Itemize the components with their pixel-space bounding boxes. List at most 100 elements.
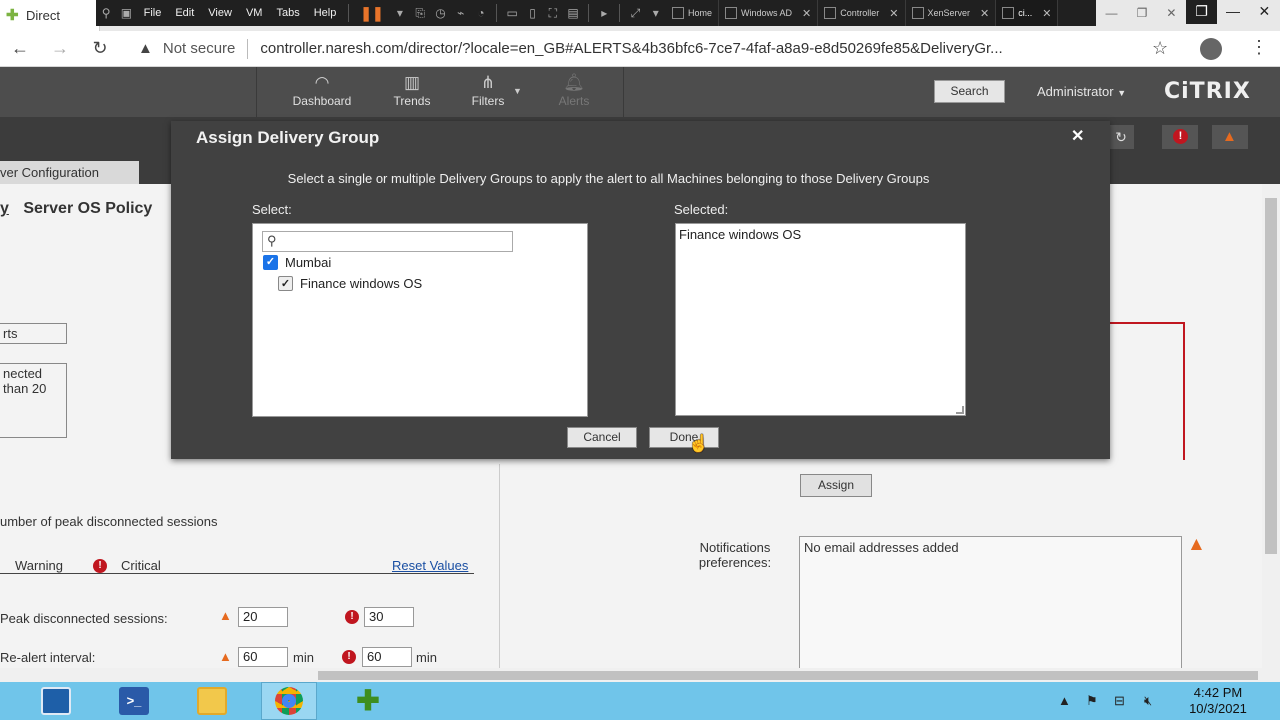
vm-tab-home[interactable]: Home xyxy=(666,0,720,26)
dropdown-arrow-icon[interactable]: ▾ xyxy=(393,5,407,21)
not-secure-label: Not secure xyxy=(162,40,236,57)
vm-menu-help[interactable]: Help xyxy=(307,7,344,19)
close-icon[interactable]: ✕ xyxy=(1249,0,1280,24)
reset-values-link[interactable]: Reset Values xyxy=(392,558,468,573)
tray-expand-icon[interactable]: ▲ xyxy=(1058,693,1071,708)
pin-icon[interactable]: ⚲ xyxy=(99,5,113,21)
breadcrumb-link[interactable]: y xyxy=(0,200,9,217)
browser-tab-director[interactable]: ✚ Direct xyxy=(0,0,100,31)
scrollbar-thumb[interactable] xyxy=(318,671,1258,680)
vm-menu-tabs[interactable]: Tabs xyxy=(269,7,306,19)
console-icon[interactable]: ▸ xyxy=(597,5,611,21)
vertical-scrollbar[interactable] xyxy=(1262,184,1280,668)
assign-button[interactable]: Assign xyxy=(800,474,872,497)
tree-search-input[interactable]: ⚲ xyxy=(262,231,513,252)
critical-alerts-button[interactable]: ! xyxy=(1162,125,1198,149)
view-normal-icon[interactable]: ▭ xyxy=(505,5,519,21)
dropdown-arrow-icon[interactable]: ▾ xyxy=(649,5,663,21)
peak-critical-input[interactable]: 30 xyxy=(364,607,414,627)
profile-avatar-icon[interactable] xyxy=(1200,38,1222,60)
notifications-value: No email addresses added xyxy=(804,540,959,555)
tree-node-finance-windows-os[interactable]: ✓ Finance windows OS xyxy=(278,276,422,291)
nav-dashboard[interactable]: ◠ Dashboard xyxy=(282,72,362,108)
nav-trends[interactable]: ▥ Trends xyxy=(372,72,452,108)
minimize-icon[interactable]: — xyxy=(1106,6,1118,20)
file-explorer-button[interactable] xyxy=(184,682,240,720)
kebab-menu-icon[interactable]: ⋮ xyxy=(1250,37,1268,58)
forward-arrow-icon[interactable]: → xyxy=(40,38,80,59)
divider xyxy=(247,38,249,59)
view-split-icon[interactable]: ▯ xyxy=(525,5,539,21)
close-icon[interactable]: ✕ xyxy=(889,7,898,20)
close-icon[interactable]: ✕ xyxy=(980,7,989,20)
nav-filters[interactable]: ⋔ Filters ▼ xyxy=(448,72,528,108)
restore-icon[interactable]: ❐ xyxy=(1137,6,1148,20)
stretch-icon[interactable]: ⤢ xyxy=(628,5,642,21)
pause-icon[interactable]: ❚❚ xyxy=(354,5,389,22)
condition-box[interactable]: nected than 20 xyxy=(0,363,67,438)
browser-window-controls: ❐ — ✕ xyxy=(1186,0,1280,24)
revert-snapshot-icon[interactable]: ⌁ xyxy=(454,5,468,21)
resize-grip-icon[interactable] xyxy=(956,406,964,414)
search-button[interactable]: Search xyxy=(934,80,1005,103)
vm-menu-view[interactable]: View xyxy=(201,7,239,19)
admin-menu[interactable]: Administrator ▼ xyxy=(1037,84,1126,99)
restore-icon[interactable]: ❐ xyxy=(1186,0,1218,24)
chrome-button[interactable] xyxy=(261,682,317,720)
minimize-icon[interactable]: — xyxy=(1217,0,1248,24)
highlight-border xyxy=(1183,322,1185,460)
nav-alerts[interactable]: 🔔︎ Alerts xyxy=(534,72,614,108)
server-manager-button[interactable] xyxy=(28,682,84,720)
citrix-studio-button[interactable]: ✚ xyxy=(340,682,396,720)
warning-alerts-button[interactable]: ▲ xyxy=(1212,125,1248,149)
close-icon[interactable]: ✕ xyxy=(1042,7,1051,20)
security-indicator[interactable]: ▲ Not secure xyxy=(138,40,235,57)
vm-menu-file[interactable]: File xyxy=(137,7,169,19)
network-icon[interactable]: ⎘ xyxy=(413,5,427,21)
url-field[interactable]: controller.naresh.com/director/?locale=e… xyxy=(260,40,1120,57)
vm-tab-controller[interactable]: Controller ✕ xyxy=(818,0,906,26)
threshold-legend: Warning ! Critical Reset Values xyxy=(0,558,474,574)
folder-icon xyxy=(197,687,227,715)
selected-groups-box[interactable]: Finance windows OS xyxy=(675,223,966,416)
powershell-button[interactable]: >_ xyxy=(106,682,162,720)
vm-tab-xenserver[interactable]: XenServer ✕ xyxy=(906,0,997,26)
browser-tab-title: Direct xyxy=(26,8,60,23)
close-icon[interactable]: ✕ xyxy=(802,7,811,20)
reload-icon[interactable]: ↻ xyxy=(80,38,120,59)
network-icon[interactable]: ⊟ xyxy=(1114,693,1125,709)
snapshot-manager-icon[interactable]: ◔ xyxy=(474,5,488,21)
vm-menu-vm[interactable]: VM xyxy=(239,7,270,19)
notifications-box[interactable]: No email addresses added xyxy=(799,536,1182,671)
tree-node-label: Finance windows OS xyxy=(300,276,423,291)
cancel-button[interactable]: Cancel xyxy=(567,427,637,448)
refresh-icon[interactable]: ↻ xyxy=(1108,125,1134,149)
close-icon[interactable]: ✕ xyxy=(1071,126,1084,146)
close-icon[interactable]: ✕ xyxy=(1166,6,1176,20)
bookmark-star-icon[interactable]: ☆ xyxy=(1152,38,1168,59)
vm-tab-citrix[interactable]: ci... ✕ xyxy=(996,0,1059,26)
tab-server-configuration[interactable]: ver Configuration xyxy=(0,161,139,184)
assign-delivery-group-dialog: Assign Delivery Group ✕ Select a single … xyxy=(171,121,1110,459)
back-arrow-icon[interactable]: ← xyxy=(0,38,40,59)
system-clock[interactable]: 4:42 PM 10/3/2021 xyxy=(1180,685,1256,717)
horizontal-scrollbar[interactable] xyxy=(0,668,1262,682)
vm-tab-windows-ad[interactable]: Windows AD ✕ xyxy=(719,0,819,26)
snapshot-icon[interactable]: ◷ xyxy=(433,5,447,21)
selected-label: Selected: xyxy=(674,202,729,217)
scrollbar-thumb[interactable] xyxy=(1265,198,1277,554)
realert-warning-input[interactable]: 60 xyxy=(238,647,288,667)
tree-node-mumbai[interactable]: ✓ Mumbai xyxy=(263,255,331,270)
volume-muted-icon[interactable]: 🔇︎ xyxy=(1144,693,1152,709)
flag-icon[interactable]: ⚑ xyxy=(1086,693,1098,709)
fullscreen-icon[interactable]: ⛶ xyxy=(546,5,560,21)
unity-icon[interactable]: ▤ xyxy=(566,5,580,21)
checkbox[interactable]: ✓ xyxy=(278,276,293,291)
vm-menu-edit[interactable]: Edit xyxy=(168,7,201,19)
clock-date: 10/3/2021 xyxy=(1189,701,1247,716)
checkbox[interactable]: ✓ xyxy=(263,255,278,270)
realert-critical-input[interactable]: 60 xyxy=(362,647,412,667)
server-manager-icon xyxy=(41,687,71,715)
peak-warning-input[interactable]: 20 xyxy=(238,607,288,627)
alerts-box[interactable]: rts xyxy=(0,323,67,344)
